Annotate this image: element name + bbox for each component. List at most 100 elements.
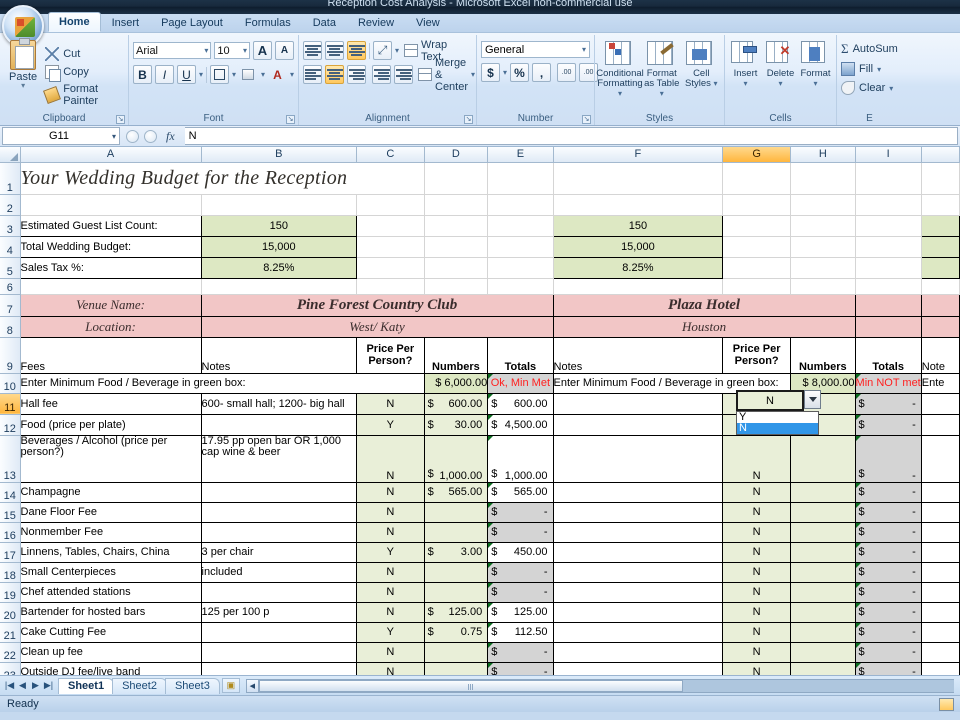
venue-1-location[interactable]: West/ Katy (200, 315, 554, 338)
row-header-14[interactable]: 14 (0, 482, 21, 503)
font-size-combo[interactable]: 10 ▾ (214, 42, 250, 59)
normal-view-icon[interactable] (939, 697, 954, 711)
fee-ppp-19-venue2[interactable]: N (722, 581, 792, 603)
fee-number-18-venue2[interactable] (790, 561, 856, 583)
merge-and-center-button[interactable]: Merge & Center ▾ (416, 57, 477, 93)
fill-color-button[interactable] (239, 65, 258, 84)
cell-C6[interactable] (356, 278, 425, 295)
fee-total-12-venue2[interactable]: $ - (854, 413, 922, 436)
fee-notes-11-venue2[interactable] (552, 392, 724, 415)
fee-number-21-venue1[interactable]: $ 0.75 (423, 621, 489, 643)
row-header-22[interactable]: 22 (0, 642, 21, 663)
currency-dropdown-icon[interactable]: ▾ (503, 68, 507, 77)
row-header-8[interactable]: 8 (0, 316, 21, 338)
column-header-F[interactable]: F (553, 147, 724, 163)
cell-B2[interactable] (201, 194, 358, 216)
merge-dropdown-icon[interactable]: ▾ (471, 70, 475, 79)
fee-total-20-venue1[interactable]: $ 125.00 (487, 601, 554, 623)
cell-J4-partial[interactable] (920, 235, 960, 258)
cell-G6[interactable] (722, 278, 792, 295)
fee-notes-20-venue2[interactable] (552, 601, 724, 623)
row-header-20[interactable]: 20 (0, 602, 21, 623)
cell-F3-guest-count-venue2[interactable]: 150 (552, 214, 724, 237)
cell-C5[interactable] (356, 257, 425, 279)
fee-notes-14[interactable] (200, 481, 358, 503)
cell-C3[interactable] (356, 215, 425, 237)
cell-J7-partial[interactable] (920, 293, 960, 317)
fee-total-23-venue1[interactable]: $ - (487, 661, 554, 675)
fee-notes-14-venue3-partial[interactable] (920, 481, 960, 503)
tab-view[interactable]: View (405, 13, 451, 32)
venue-1-name[interactable]: Pine Forest Country Club (200, 293, 554, 317)
fee-notes-17-venue3-partial[interactable] (920, 541, 960, 563)
column-header-C[interactable]: C (356, 147, 425, 163)
fee-ppp-11-venue1[interactable]: N (356, 392, 425, 415)
cell-I4[interactable] (855, 236, 922, 258)
fee-notes-22-venue3-partial[interactable] (920, 641, 960, 663)
row-header-9[interactable]: 9 (0, 337, 21, 374)
sheet-tab-sheet2[interactable]: Sheet2 (112, 677, 167, 694)
insert-function-icon[interactable]: fx (162, 129, 179, 144)
format-painter-button[interactable]: Format Painter (43, 83, 124, 107)
currency-format-button[interactable]: $ (481, 63, 500, 82)
header-fees[interactable]: Fees (19, 336, 202, 374)
clear-button[interactable]: Clear ▾ (841, 81, 898, 95)
row-header-19[interactable]: 19 (0, 582, 21, 603)
row-header-4[interactable]: 4 (0, 236, 21, 258)
column-header-H[interactable]: H (790, 147, 856, 163)
shrink-font-button[interactable]: A (275, 41, 294, 60)
fee-notes-15[interactable] (200, 501, 358, 523)
fee-number-16-venue1[interactable] (423, 521, 489, 543)
bold-button[interactable]: B (133, 65, 152, 84)
cell-A3-label[interactable]: Estimated Guest List Count: (19, 214, 202, 237)
fee-total-18-venue2[interactable]: $ - (854, 561, 922, 583)
cell-B5-tax-venue1[interactable]: 8.25% (200, 256, 358, 279)
format-cells-button[interactable]: Format ▾ (799, 41, 832, 89)
fee-total-15-venue2[interactable]: $ - (854, 501, 922, 523)
fee-total-22-venue2[interactable]: $ - (854, 641, 922, 663)
paste-button[interactable]: Paste ▾ (4, 37, 42, 113)
fee-notes-18[interactable]: included (200, 561, 358, 583)
grow-font-button[interactable]: A (253, 41, 272, 60)
fee-name-23[interactable]: Outside DJ fee/live band (19, 661, 202, 675)
fee-notes-21[interactable] (200, 621, 358, 643)
fill-dropdown-icon[interactable]: ▾ (877, 65, 881, 74)
venue-2-location[interactable]: Houston (552, 315, 856, 338)
row-header-1[interactable]: 1 (0, 162, 21, 195)
fee-notes-23-venue3-partial[interactable] (920, 661, 960, 675)
fee-ppp-21-venue2[interactable]: N (722, 621, 792, 643)
fee-notes-22[interactable] (200, 641, 358, 663)
fee-name-19[interactable]: Chef attended stations (19, 581, 202, 603)
enter-formula-button[interactable] (144, 129, 157, 143)
cell-H6[interactable] (790, 278, 856, 295)
cell-G5[interactable] (722, 257, 792, 279)
horizontal-scrollbar[interactable]: ◀ (245, 678, 954, 693)
fee-notes-20-venue3-partial[interactable] (920, 601, 960, 623)
fee-name-21[interactable]: Cake Cutting Fee (19, 621, 202, 643)
cell-J5-partial[interactable] (920, 256, 960, 279)
italic-button[interactable]: I (155, 65, 174, 84)
align-top-button[interactable] (303, 41, 322, 60)
cell-D4[interactable] (424, 236, 489, 258)
fee-total-21-venue1[interactable]: $ 112.50 (487, 621, 554, 643)
fee-notes-19-venue2[interactable] (552, 581, 724, 603)
cell-J6[interactable] (921, 278, 960, 295)
fee-notes-19[interactable] (200, 581, 358, 603)
select-all-corner[interactable] (0, 147, 21, 163)
fee-notes-16-venue2[interactable] (552, 521, 724, 543)
column-header-I[interactable]: I (855, 147, 922, 163)
fee-total-22-venue1[interactable]: $ - (487, 641, 554, 663)
cell-G4[interactable] (722, 236, 792, 258)
cell-B3-guest-count-venue1[interactable]: 150 (200, 214, 358, 237)
cell-H5[interactable] (790, 257, 856, 279)
fee-number-18-venue1[interactable] (423, 561, 489, 583)
cell-H4[interactable] (790, 236, 856, 258)
fee-number-23-venue1[interactable] (423, 661, 489, 675)
header-totals-venue2[interactable]: Totals (854, 336, 922, 374)
font-dialog-launcher[interactable]: ↘ (286, 115, 295, 124)
cell-D2[interactable] (424, 194, 489, 216)
sheet-title[interactable]: Your Wedding Budget for the Reception (20, 162, 425, 195)
align-left-button[interactable] (303, 65, 322, 84)
minimum-label-venue1[interactable]: Enter Minimum Food / Beverage in green b… (19, 372, 425, 394)
fee-ppp-17-venue1[interactable]: Y (356, 541, 425, 563)
